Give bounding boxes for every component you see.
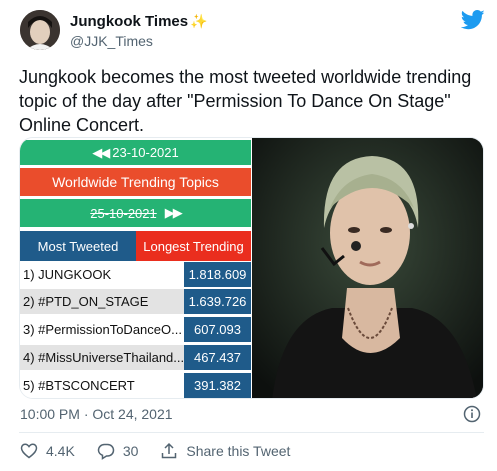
author-name-text: Jungkook Times: [70, 13, 189, 30]
row-topic: 5) #BTSCONCERT: [20, 373, 184, 398]
author-name[interactable]: Jungkook Times ✨: [70, 13, 208, 30]
row-topic: 4) #MissUniverseThailand...: [20, 345, 184, 370]
row-count: 391.382: [184, 373, 251, 398]
table-row: 3) #PermissionToDanceO... 607.093: [20, 317, 251, 342]
like-button[interactable]: 4.4K: [20, 442, 75, 460]
reply-button[interactable]: 30: [97, 442, 139, 460]
reply-count: 30: [122, 443, 139, 459]
heart-icon: [20, 443, 38, 459]
share-button[interactable]: Share this Tweet: [160, 442, 290, 460]
share-icon: [162, 442, 177, 459]
author-handle[interactable]: @JJK_Times: [70, 33, 153, 49]
date-bar-current: ◀◀ 23-10-2021: [20, 140, 251, 165]
tab-longest-trending: Longest Trending: [136, 231, 251, 261]
date-current: 23-10-2021: [112, 145, 179, 160]
row-count: 607.093: [184, 317, 251, 342]
sparkle-icon: ✨: [190, 13, 208, 29]
date-bar-next: 25-10-2021 ▶▶: [20, 199, 251, 227]
row-topic: 3) #PermissionToDanceO...: [20, 317, 184, 342]
date-next: 25-10-2021: [90, 205, 157, 221]
avatar[interactable]: [20, 10, 60, 50]
table-row: 1) JUNGKOOK 1.818.609: [20, 262, 251, 287]
row-count: 1.818.609: [184, 262, 251, 287]
twitter-bird-icon[interactable]: [461, 10, 485, 30]
row-topic: 2) #PTD_ON_STAGE: [20, 289, 184, 314]
table-row: 4) #MissUniverseThailand... 467.437: [20, 345, 251, 370]
prev-arrow-icon: ◀◀: [92, 144, 110, 160]
concert-photo[interactable]: [252, 138, 483, 398]
row-count: 1.639.726: [184, 289, 251, 314]
table-title: Worldwide Trending Topics: [20, 168, 251, 196]
next-arrow-icon: ▶▶: [164, 205, 183, 220]
info-icon[interactable]: [463, 405, 481, 423]
tweet-timestamp[interactable]: 10:00 PM · Oct 24, 2021: [20, 406, 173, 422]
table-tabs: Most Tweeted Longest Trending: [20, 231, 251, 261]
row-count: 467.437: [184, 345, 251, 370]
table-row: 5) #BTSCONCERT 391.382: [20, 373, 251, 398]
tab-most-tweeted: Most Tweeted: [20, 231, 136, 261]
tweet-text: Jungkook becomes the most tweeted worldw…: [19, 67, 472, 135]
reply-icon: [97, 443, 115, 460]
trending-table[interactable]: ◀◀ 23-10-2021 Worldwide Trending Topics …: [20, 138, 252, 398]
table-row: 2) #PTD_ON_STAGE 1.639.726: [20, 289, 251, 314]
tweet-card: Jungkook Times ✨ @JJK_Times Jungkook beco…: [0, 0, 497, 471]
divider: [19, 432, 484, 433]
tweet-actions: 4.4K 30 Share this Tweet: [20, 442, 312, 460]
like-count: 4.4K: [46, 443, 75, 459]
row-topic: 1) JUNGKOOK: [20, 262, 184, 287]
tweet-media[interactable]: ◀◀ 23-10-2021 Worldwide Trending Topics …: [19, 137, 484, 399]
share-label: Share this Tweet: [186, 443, 291, 459]
